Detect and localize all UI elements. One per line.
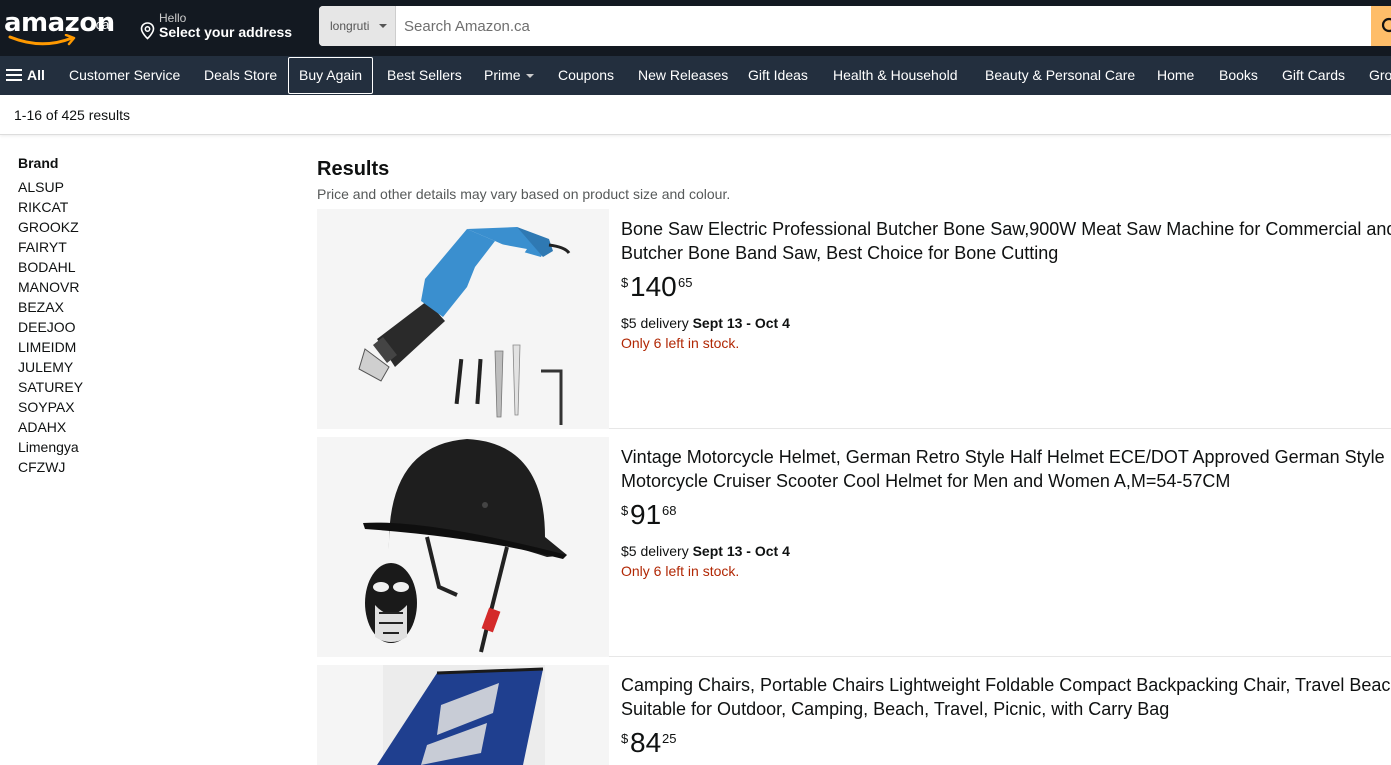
brand-filter-item[interactable]: MANOVR	[18, 277, 278, 297]
product-title-line2[interactable]: Butcher Bone Band Saw, Best Choice for B…	[621, 241, 1391, 265]
brand-filter-item[interactable]: BEZAX	[18, 297, 278, 317]
nav-health-household[interactable]: Health & Household	[833, 56, 958, 95]
nav-prime[interactable]: Prime	[484, 56, 534, 95]
product-title[interactable]: Vintage Motorcycle Helmet, German Retro …	[621, 445, 1391, 469]
product-price: $ 140 65	[621, 271, 1391, 307]
product-price: $ 84 25	[621, 727, 1391, 763]
product-image[interactable]	[317, 209, 609, 429]
delivery-dates: Sept 13 - Oct 4	[692, 543, 790, 559]
nav-gift-ideas[interactable]: Gift Ideas	[748, 56, 808, 95]
product-title[interactable]: Bone Saw Electric Professional Butcher B…	[621, 217, 1391, 241]
results-info-bar: 1-16 of 425 results	[0, 95, 1391, 135]
results-title: Results	[317, 158, 390, 180]
delivery-dates: Sept 13 - Oct 4	[692, 315, 790, 331]
brand-filter-item[interactable]: ALSUP	[18, 177, 278, 197]
nav-grocery[interactable]: Gro	[1369, 56, 1391, 95]
hamburger-menu-icon	[6, 69, 22, 82]
brand-filter-item[interactable]: JULEMY	[18, 357, 278, 377]
nav-books[interactable]: Books	[1219, 56, 1258, 95]
location-pin-icon	[140, 22, 155, 40]
results-header: Results Price and other details may vary…	[317, 155, 1391, 202]
department-label: longruti	[330, 19, 370, 33]
chevron-down-icon	[525, 74, 534, 79]
product-info: Vintage Motorcycle Helmet, German Retro …	[621, 445, 1391, 579]
product-image[interactable]	[317, 437, 609, 657]
delivery-prefix: $5 delivery	[621, 543, 689, 559]
brand-filter-item[interactable]: CFZWJ	[18, 457, 278, 477]
camping-chair-image	[377, 665, 545, 765]
nav-customer-service[interactable]: Customer Service	[69, 56, 180, 95]
product-title-line2[interactable]: Suitable for Outdoor, Camping, Beach, Tr…	[621, 697, 1391, 721]
product-image[interactable]	[317, 665, 609, 765]
nav-buy-again[interactable]: Buy Again	[288, 57, 374, 94]
amazon-logo[interactable]: amazon .ca	[4, 6, 122, 48]
brand-filter-item[interactable]: LIMEIDM	[18, 337, 278, 357]
brand-filter-item[interactable]: ADAHX	[18, 417, 278, 437]
sub-navbar: All Customer Service Deals Store Buy Aga…	[0, 56, 1391, 95]
nav-beauty-personal-care[interactable]: Beauty & Personal Care	[985, 56, 1135, 95]
brand-filter-item[interactable]: Limengya	[18, 437, 278, 457]
top-navbar: amazon .ca Hello Select your address lon…	[0, 0, 1391, 56]
product-title[interactable]: Camping Chairs, Portable Chairs Lightwei…	[621, 673, 1391, 697]
product-info: Bone Saw Electric Professional Butcher B…	[621, 217, 1391, 351]
results-subtitle: Price and other details may vary based o…	[317, 186, 731, 202]
magnifier-icon	[1381, 17, 1391, 33]
price-whole: 84	[630, 727, 662, 758]
product-card: Bone Saw Electric Professional Butcher B…	[317, 209, 1391, 429]
helmet-image	[363, 439, 567, 653]
price-symbol: $	[621, 731, 629, 746]
chevron-down-icon	[379, 24, 387, 28]
nav-home[interactable]: Home	[1157, 56, 1194, 95]
brand-filter-sidebar: Brand ALSUP RIKCAT GROOKZ FAIRYT BODAHL …	[18, 155, 278, 477]
brand-filter-heading: Brand	[18, 155, 59, 171]
search-button[interactable]	[1371, 6, 1391, 46]
all-label: All	[27, 67, 45, 83]
delivery-info: $5 delivery Sept 13 - Oct 4	[621, 315, 1391, 331]
price-whole: 91	[630, 499, 662, 530]
product-card: Camping Chairs, Portable Chairs Lightwei…	[317, 665, 1391, 765]
brand-filter-item[interactable]: GROOKZ	[18, 217, 278, 237]
price-fraction: 65	[678, 275, 693, 290]
brand-filter-item[interactable]: SOYPAX	[18, 397, 278, 417]
brand-filter-item[interactable]: BODAHL	[18, 257, 278, 277]
nav-deals-store[interactable]: Deals Store	[204, 56, 277, 95]
price-whole: 140	[630, 271, 677, 302]
brand-filter-item[interactable]: SATUREY	[18, 377, 278, 397]
brand-filter-item[interactable]: DEEJOO	[18, 317, 278, 337]
nav-coupons[interactable]: Coupons	[558, 56, 614, 95]
product-price: $ 91 68	[621, 499, 1391, 535]
logo-tld: .ca	[92, 17, 110, 32]
address-select: Select your address	[159, 24, 293, 40]
address-hello: Hello	[159, 11, 187, 25]
price-symbol: $	[621, 503, 629, 518]
delivery-prefix: $5 delivery	[621, 315, 689, 331]
nav-prime-label: Prime	[484, 67, 521, 83]
all-menu-button[interactable]: All	[4, 56, 45, 95]
product-card: Vintage Motorcycle Helmet, German Retro …	[317, 437, 1391, 657]
nav-new-releases[interactable]: New Releases	[638, 56, 728, 95]
stock-status: Only 6 left in stock.	[621, 335, 740, 351]
delivery-info: $5 delivery Sept 13 - Oct 4	[621, 543, 1391, 559]
product-title-line2[interactable]: Motorcycle Cruiser Scooter Cool Helmet f…	[621, 469, 1391, 493]
logo-smile-icon	[8, 34, 76, 46]
brand-filter-item[interactable]: FAIRYT	[18, 237, 278, 257]
product-info: Camping Chairs, Portable Chairs Lightwei…	[621, 673, 1391, 763]
price-fraction: 25	[662, 731, 677, 746]
search-input[interactable]	[397, 6, 1367, 46]
search-department-dropdown[interactable]: longruti	[319, 6, 396, 46]
bone-saw-image	[358, 227, 571, 425]
nav-best-sellers[interactable]: Best Sellers	[387, 56, 462, 95]
brand-filter-item[interactable]: RIKCAT	[18, 197, 278, 217]
price-fraction: 68	[662, 503, 677, 518]
stock-status: Only 6 left in stock.	[621, 563, 740, 579]
results-count: 1-16 of 425 results	[14, 107, 130, 123]
search-bar: longruti	[319, 6, 1391, 46]
nav-gift-cards[interactable]: Gift Cards	[1282, 56, 1345, 95]
price-symbol: $	[621, 275, 629, 290]
